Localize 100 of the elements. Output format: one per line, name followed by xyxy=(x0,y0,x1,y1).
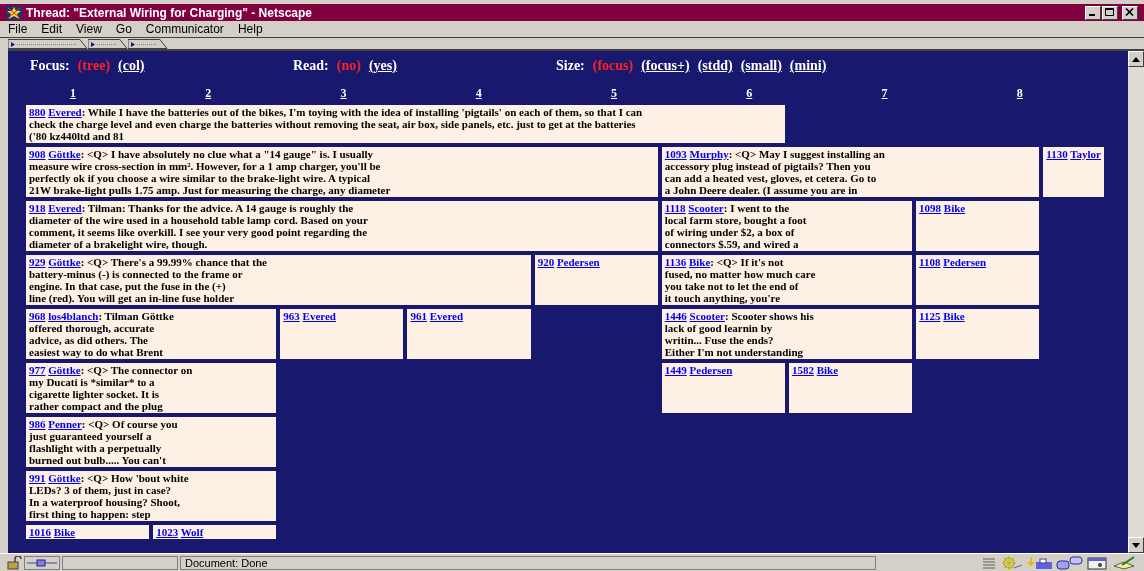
message-number-link[interactable]: 918 xyxy=(29,202,46,214)
message-text: 986 Penner: <Q> Of course you just guaranteed yourself a flashlight with a perpetually burned out bulb..... You can't xyxy=(29,418,179,466)
author-link[interactable]: Pedersen xyxy=(943,256,986,268)
message-number-link[interactable]: 1016 xyxy=(29,526,51,538)
message-number-link[interactable]: 1098 xyxy=(919,202,942,214)
control-label: Read: xyxy=(293,58,329,74)
maximize-button[interactable] xyxy=(1102,5,1118,20)
message-number-link[interactable]: 1582 xyxy=(791,364,814,376)
author-link[interactable]: Bike xyxy=(53,526,76,538)
message-text: 1446 Scooter: Scooter shows his lack of good learnin by writin... Fuse the ends? Either I'm not understanding xyxy=(664,310,815,358)
column-number-link[interactable]: 6 xyxy=(746,86,753,100)
down-arrow-icon xyxy=(1132,542,1140,548)
status-text: Document: Done xyxy=(185,556,268,569)
author-link[interactable]: Scooter xyxy=(689,310,725,322)
author-link[interactable]: Bike xyxy=(943,310,965,322)
view-option-link[interactable]: (focus+) xyxy=(641,58,690,74)
message-number-link[interactable]: 1446 xyxy=(664,310,687,322)
message-text: 991 Göttke: <Q> How 'bout white LEDs? 3 of them, just in case? In a waterproof housing? Shoot, first thing to happen: step xyxy=(29,472,190,520)
column-number-link[interactable]: 4 xyxy=(475,86,482,100)
window-title: Thread: "External Wiring for Charging" - Netscape xyxy=(26,5,312,20)
maximize-icon xyxy=(1105,8,1115,17)
column-number-link[interactable]: 8 xyxy=(1016,86,1023,100)
author-link[interactable]: Evered xyxy=(302,310,336,322)
scroll-down-button[interactable] xyxy=(1128,537,1144,553)
message-text: 977 Göttke: <Q> The connector on my Ducati is *similar* to a cigarette lighter socket. It is rather compact and the plug xyxy=(29,364,194,412)
author-link[interactable]: Penner xyxy=(48,418,82,430)
view-option-link[interactable]: (tree) xyxy=(77,58,111,74)
chat-bubbles-icon[interactable] xyxy=(1056,555,1084,570)
author-link[interactable]: Evered xyxy=(429,310,464,322)
message-text: 1118 Scooter: I went to the local farm store, bought a foot of wiring under $2, a box of connectors $.59, and wired a xyxy=(664,202,808,250)
close-button[interactable] xyxy=(1122,5,1138,20)
minimize-button[interactable] xyxy=(1085,5,1101,20)
author-link[interactable]: Wolf xyxy=(180,526,204,538)
author-link[interactable]: Bike xyxy=(816,364,839,376)
author-link[interactable]: Göttke xyxy=(48,472,81,484)
message-text: 929 Göttke: <Q> There's a 99.99% chance that the battery-minus (-) is connected to the frame or engine. In that case, put the fuse in the (+) line (red). You will get an in-line fuse holder xyxy=(29,256,268,304)
column-number-link[interactable]: 3 xyxy=(340,86,347,100)
menu-item[interactable]: File xyxy=(8,22,28,36)
author-link[interactable]: Evered xyxy=(48,202,82,214)
menu-item[interactable]: Edit xyxy=(41,22,63,36)
author-link[interactable]: Scooter xyxy=(688,202,724,214)
up-arrow-icon xyxy=(1132,56,1140,62)
author-link[interactable]: Pedersen xyxy=(689,364,733,376)
view-option-link[interactable]: (small) xyxy=(740,58,782,74)
scroll-up-button[interactable] xyxy=(1128,51,1144,67)
control-label: Focus: xyxy=(30,58,70,74)
author-link[interactable]: Evered xyxy=(48,106,82,118)
author-link[interactable]: Göttke xyxy=(48,364,81,376)
pen-and-paper-icon[interactable] xyxy=(1112,555,1138,570)
menu-item[interactable]: Go xyxy=(115,22,132,36)
message-number-link[interactable]: 963 xyxy=(283,310,300,322)
menu-item[interactable]: Communicator xyxy=(145,22,224,36)
message-number-link[interactable]: 908 xyxy=(29,148,46,160)
column-number-link[interactable]: 5 xyxy=(611,86,617,100)
view-option-link[interactable]: (col) xyxy=(118,58,145,74)
message-number-link[interactable]: 977 xyxy=(29,364,46,376)
author-link[interactable]: Göttke xyxy=(48,148,81,160)
toolbar-tab[interactable] xyxy=(88,39,128,49)
column-number-link[interactable]: 7 xyxy=(881,86,888,100)
menu-item[interactable]: Help xyxy=(237,22,263,36)
app-icon xyxy=(6,5,22,20)
message-number-link[interactable]: 961 xyxy=(410,310,427,322)
message-number-link[interactable]: 1118 xyxy=(664,202,686,214)
toolbar-tab[interactable] xyxy=(128,39,168,49)
lock-icon[interactable] xyxy=(6,555,22,570)
view-option-link[interactable]: (no) xyxy=(336,58,361,74)
view-option-link[interactable]: (mini) xyxy=(789,58,827,74)
author-link[interactable]: Göttke xyxy=(48,256,81,268)
message-text: 968 los4blanch: Tilman Göttke offered thorough, accurate advice, as did others. The easiest way to do what Brent xyxy=(29,310,175,358)
message-number-link[interactable]: 880 xyxy=(29,106,46,118)
message-number-link[interactable]: 920 xyxy=(537,256,555,268)
message-number-link[interactable]: 1108 xyxy=(919,256,941,268)
author-link[interactable]: Murphy xyxy=(689,148,729,160)
message-number-link[interactable]: 986 xyxy=(29,418,46,430)
author-link[interactable]: Taylor xyxy=(1070,148,1101,160)
message-number-link[interactable]: 1130 xyxy=(1046,148,1068,160)
message-number-link[interactable]: 1136 xyxy=(664,256,687,268)
message-number-link[interactable]: 991 xyxy=(29,472,46,484)
column-number-link[interactable]: 1 xyxy=(70,86,76,100)
view-option-link[interactable]: (yes) xyxy=(368,58,397,74)
author-link[interactable]: Pedersen xyxy=(556,256,600,268)
inbox-icon[interactable] xyxy=(1026,555,1054,570)
message-text: 880 Evered: While I have the batteries out of the bikes, I'm toying with the idea of installing 'pigtails' on each of them, so that I can check the charge level and even charge the batteries without removing the seat, air box, side panels, etc. just to get at the batteries ('80 kz440ltd and 81 xyxy=(29,106,644,142)
menu-item[interactable]: View xyxy=(76,22,102,36)
message-number-link[interactable]: 929 xyxy=(29,256,46,268)
message-number-link[interactable]: 1023 xyxy=(156,526,179,538)
close-icon xyxy=(1125,8,1135,17)
column-number-link[interactable]: 2 xyxy=(205,86,212,100)
scrollbar[interactable] xyxy=(1128,51,1144,553)
address-card-icon[interactable] xyxy=(1086,555,1110,570)
message-number-link[interactable]: 1125 xyxy=(919,310,941,322)
control-label: Size: xyxy=(556,58,585,74)
author-link[interactable]: Bike xyxy=(943,202,966,214)
message-number-link[interactable]: 1093 xyxy=(664,148,687,160)
message-text: 908 Göttke: <Q> I have absolutely no clue what a "14 gauge" is. I usually measure wire cross-section in mm². However, for a 1 amp charger, you'll be perfectly ok if you choose a wire similar to the brake-light wire. A typical 21W brake-light pulls 1.75 amp. Just for measuring the charge, any diameter xyxy=(29,148,392,196)
message-number-link[interactable]: 1449 xyxy=(664,364,687,376)
view-option-link[interactable]: (focus) xyxy=(592,58,634,74)
view-option-link[interactable]: (stdd) xyxy=(697,58,733,74)
message-text: 1136 Bike: <Q> If it's not fused, no matter how much care you take not to let the end of it touch anything, you're xyxy=(664,256,817,304)
message-number-link[interactable]: 968 xyxy=(29,310,46,322)
